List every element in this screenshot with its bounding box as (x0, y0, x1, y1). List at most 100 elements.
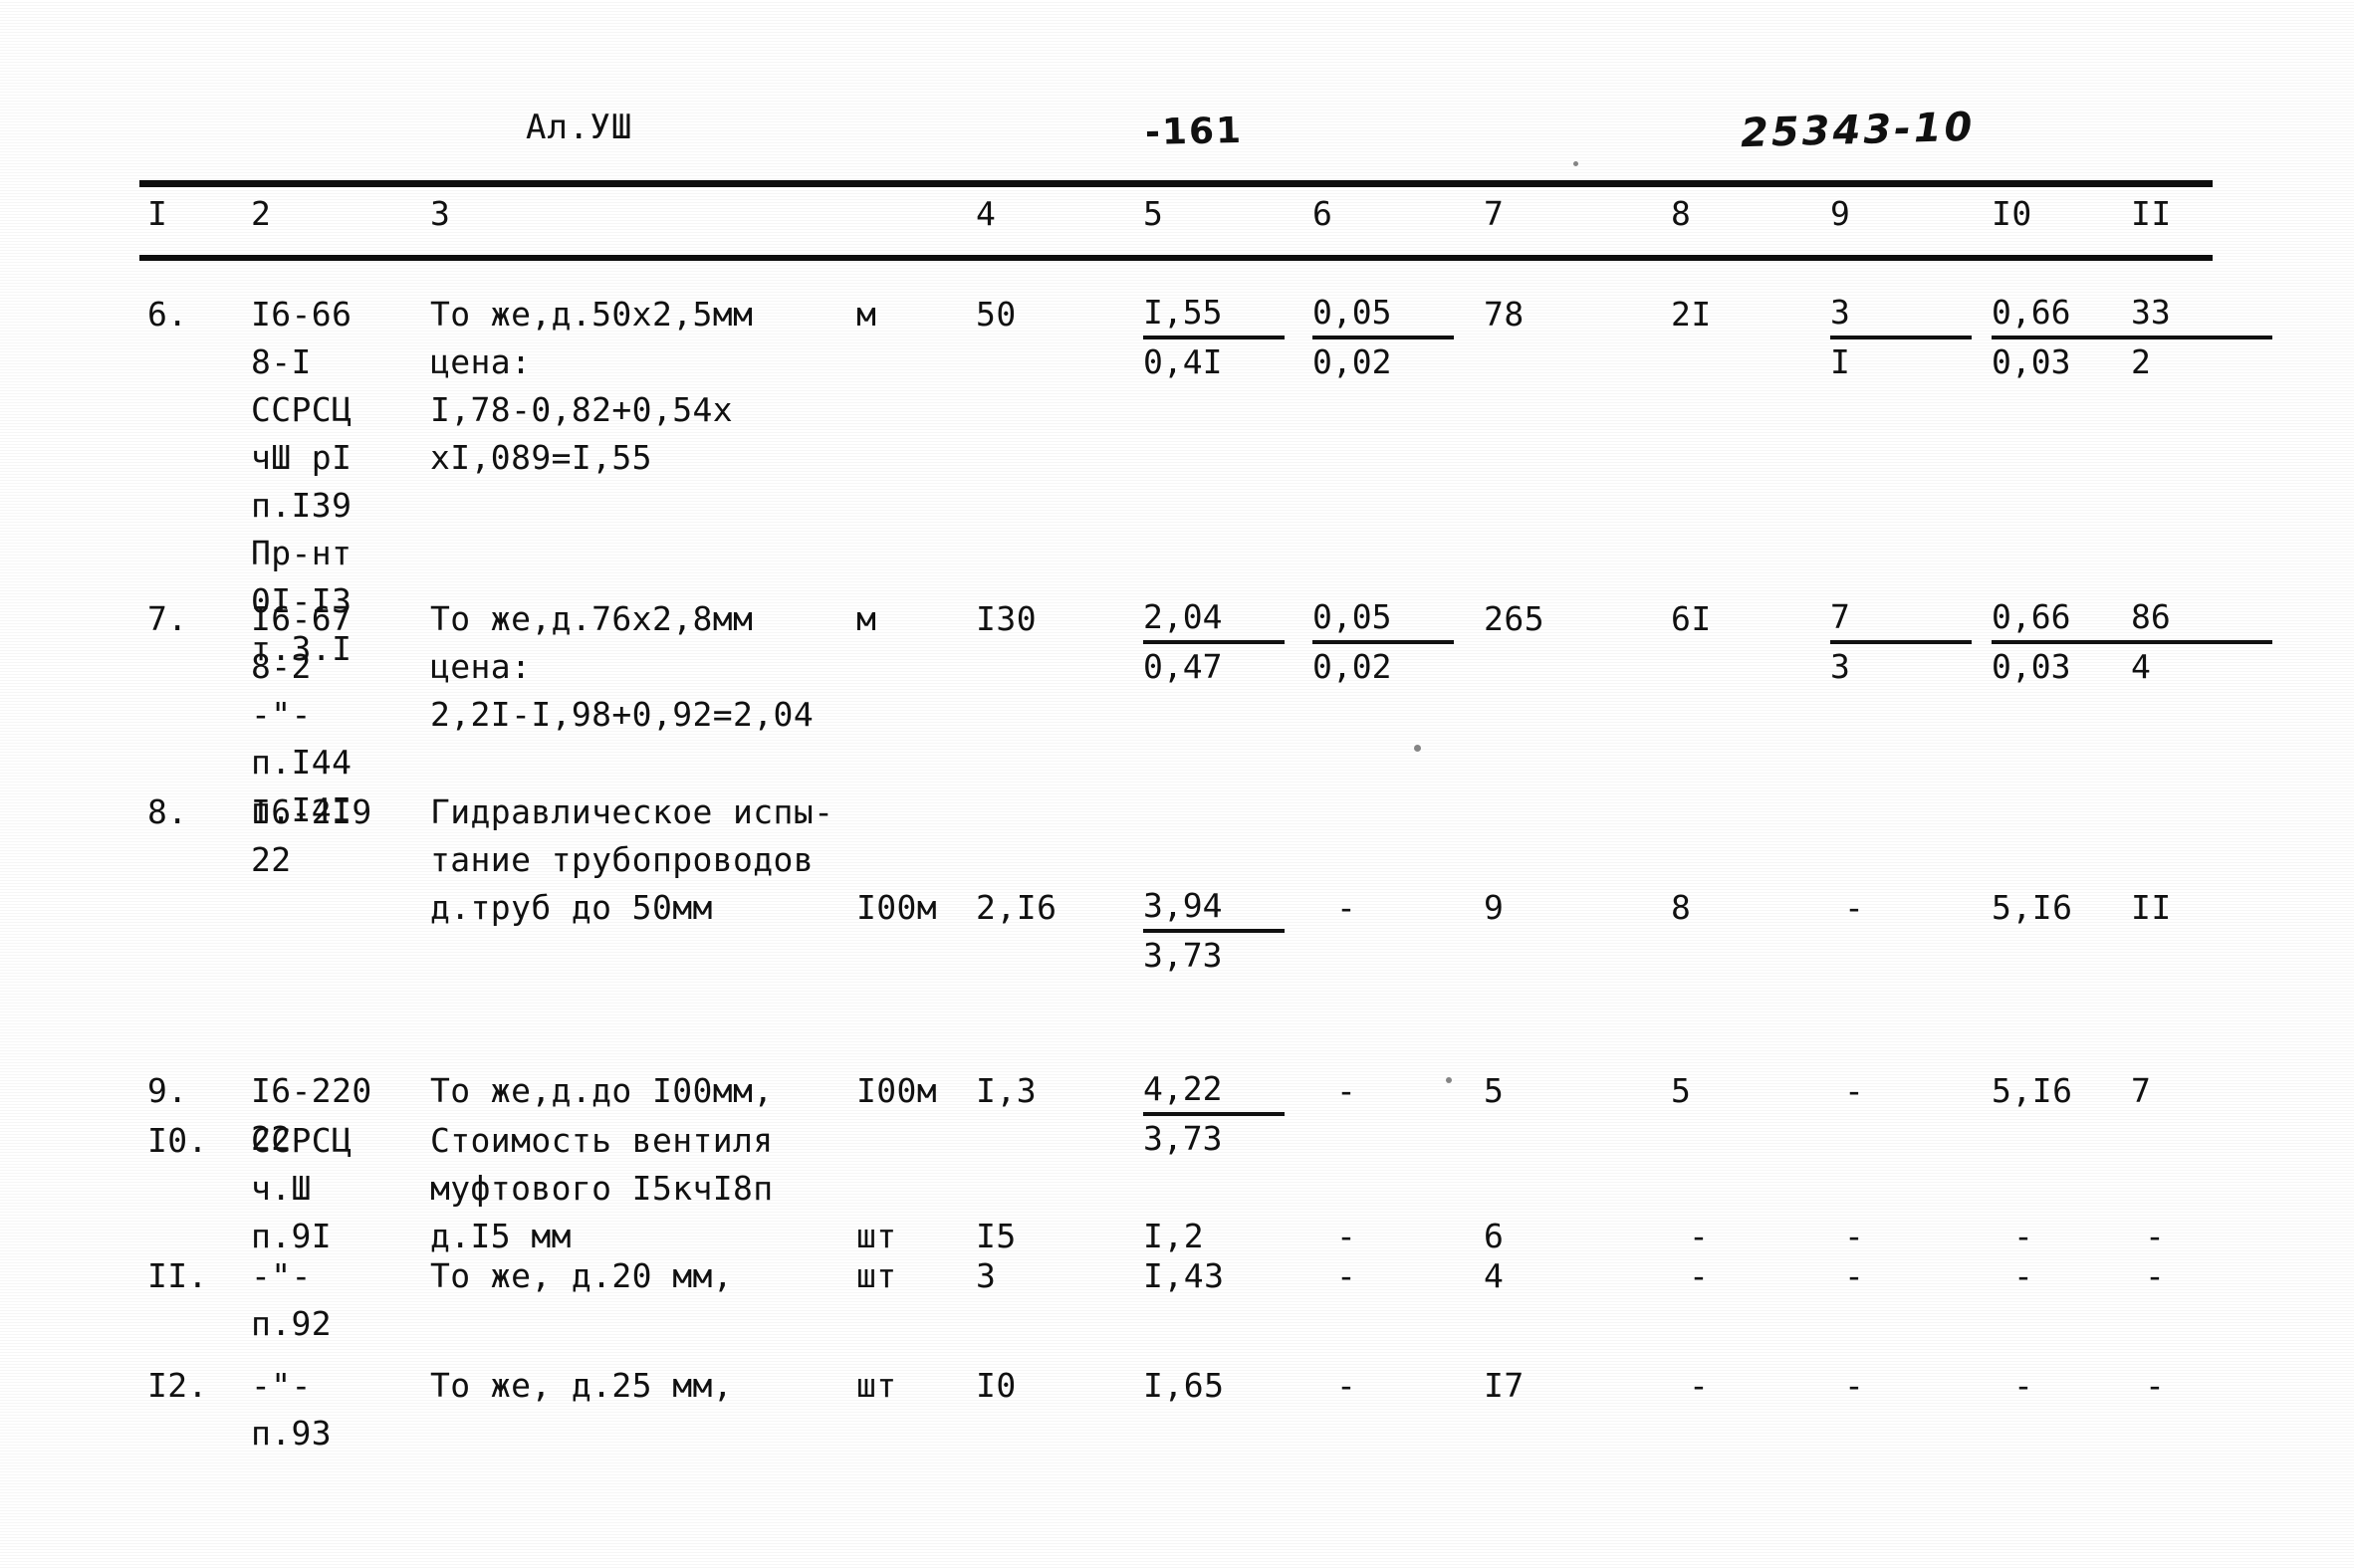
column-header-1: I (147, 194, 168, 233)
row-col5-fraction: 4,22 3,73 (1143, 1067, 1293, 1161)
row-col11-fraction-numerator: 33 (2131, 293, 2171, 332)
row-col7-value: I7 (1484, 1366, 1525, 1405)
row-col5-fraction-numerator: 3,94 (1143, 886, 1223, 925)
row-description: То же, д.20 мм, (430, 1256, 734, 1295)
row-col5-fraction-denominator: 3,73 (1143, 936, 1223, 975)
row-col6-value: - (1336, 1256, 1356, 1295)
row-col10-fraction-bar (1992, 336, 2133, 339)
row-col5-fraction-numerator: 2,04 (1143, 597, 1223, 636)
row-col5-fraction: 2,04 0,47 (1143, 595, 1293, 689)
row-col10-fraction: 0,66 0,03 (1992, 595, 2141, 689)
row-number: 7. (147, 599, 188, 638)
row-col10-fraction: 0,66 0,03 (1992, 291, 2141, 384)
row-col9-value: - (1844, 888, 1864, 927)
row-col7-value: 4 (1484, 1256, 1505, 1295)
row-unit: м (856, 295, 877, 334)
row-col5-fraction-numerator: I,55 (1143, 293, 1223, 332)
row-col9-fraction: 73 (1830, 595, 1980, 689)
row-col7-value: 5 (1484, 1071, 1505, 1110)
row-col6-fraction-denominator: 0,02 (1312, 647, 1392, 686)
row-description: Стоимость вентиля муфтового I5кчI8п д.I5… (430, 1121, 774, 1255)
row-col8-value: 2I (1671, 295, 1712, 334)
row-col10-value: - (2013, 1366, 2033, 1405)
header-rule-top (139, 180, 2213, 187)
row-col8-value: 6I (1671, 599, 1712, 638)
row-col6-fraction-denominator: 0,02 (1312, 342, 1392, 381)
row-col9-fraction-bar (1830, 640, 1972, 644)
row-col10-fraction-denominator: 0,03 (1992, 342, 2071, 381)
row-col5-fraction-denominator: 3,73 (1143, 1119, 1223, 1158)
row-col6-value: - (1336, 888, 1356, 927)
row-unit: шт (856, 1366, 897, 1405)
row-quantity: I,3 (976, 1071, 1038, 1110)
row-col6-fraction-bar (1312, 336, 1454, 339)
row-col11-value: II (2131, 888, 2172, 927)
row-col5-value: I,43 (1143, 1256, 1225, 1295)
row-col9-value: - (1844, 1366, 1864, 1405)
page-number: -161 (1144, 110, 1244, 154)
row-quantity: 3 (976, 1256, 997, 1295)
row-number: II. (147, 1256, 208, 1295)
row-col9-fraction: 3I (1830, 291, 1980, 384)
row-col10-fraction-numerator: 0,66 (1992, 293, 2071, 332)
column-header-3: 3 (430, 194, 451, 233)
row-col9-value: - (1844, 1256, 1864, 1295)
row-number: I2. (147, 1366, 208, 1405)
row-description: То же, д.25 мм, (430, 1366, 734, 1405)
row-col10-fraction-bar (1992, 640, 2133, 644)
row-col6-fraction: 0,05 0,02 (1312, 595, 1462, 689)
column-header-2: 2 (251, 194, 272, 233)
row-col11-fraction: 33 2 (2131, 291, 2280, 384)
row-col11-fraction-denominator: 2 (2131, 342, 2151, 381)
row-col6-fraction-bar (1312, 640, 1454, 644)
row-col9-fraction-bar (1830, 336, 1972, 339)
column-header-6: 6 (1312, 194, 1333, 233)
row-number: 9. (147, 1071, 188, 1110)
row-col11-fraction-bar (2131, 640, 2272, 644)
row-col11-fraction-denominator: 4 (2131, 647, 2151, 686)
row-number: I0. (147, 1121, 208, 1160)
row-quantity: 50 (976, 295, 1017, 334)
row-number: 8. (147, 792, 188, 831)
row-code-reference: -"- п.93 (251, 1366, 333, 1453)
row-description: То же,д.76х2,8мм цена: 2,2I-I,98+0,92=2,… (430, 599, 815, 734)
row-col5-fraction-bar (1143, 1112, 1285, 1116)
column-header-10: I0 (1992, 194, 2032, 233)
row-code-reference: ССРСЦ ч.Ш п.9I (251, 1121, 353, 1255)
row-col5-fraction-bar (1143, 336, 1285, 339)
row-col10-value: - (2013, 1256, 2033, 1295)
page-header: Ал.УШ -161 25343-10 (0, 105, 2354, 167)
row-col5-fraction-bar (1143, 929, 1285, 933)
row-col11-value: - (2145, 1256, 2165, 1295)
row-col7-value: 78 (1484, 295, 1525, 334)
row-col9-fraction-numerator: 7 (1830, 597, 1850, 636)
row-col5-fraction-denominator: 0,4I (1143, 342, 1223, 381)
row-col6-value: - (1336, 1366, 1356, 1405)
row-number: 6. (147, 295, 188, 334)
scan-speck (1446, 1077, 1452, 1083)
row-description: То же,д.до I00мм, (430, 1071, 774, 1110)
row-col8-value: 5 (1671, 1071, 1692, 1110)
row-unit: шт (856, 1256, 897, 1295)
column-header-11: II (2131, 194, 2172, 233)
row-col11-value: - (2145, 1366, 2165, 1405)
header-rule-bottom (139, 255, 2213, 261)
column-header-7: 7 (1484, 194, 1505, 233)
row-quantity: 2,I6 (976, 888, 1058, 927)
row-col6-fraction-numerator: 0,05 (1312, 293, 1392, 332)
row-col5-fraction: 3,94 3,73 (1143, 884, 1293, 978)
row-col10-value: 5,I6 (1992, 1071, 2073, 1110)
row-description: Гидравлическое испы- тание трубопроводов… (430, 792, 834, 927)
row-col11-fraction: 86 4 (2131, 595, 2280, 689)
scan-speck (1414, 745, 1421, 752)
row-unit: I00м (856, 888, 938, 927)
row-col10-value: 5,I6 (1992, 888, 2073, 927)
row-description: То же,д.50х2,5мм цена: I,78-0,82+0,54х х… (430, 295, 754, 477)
row-col11-fraction-bar (2131, 336, 2272, 339)
row-quantity: I30 (976, 599, 1038, 638)
row-col6-fraction-numerator: 0,05 (1312, 597, 1392, 636)
row-col5-fraction-denominator: 0,47 (1143, 647, 1223, 686)
row-col8-value: - (1689, 1256, 1709, 1295)
row-col8-value: 8 (1671, 888, 1692, 927)
row-col9-fraction-denominator: 3 (1830, 647, 1850, 686)
